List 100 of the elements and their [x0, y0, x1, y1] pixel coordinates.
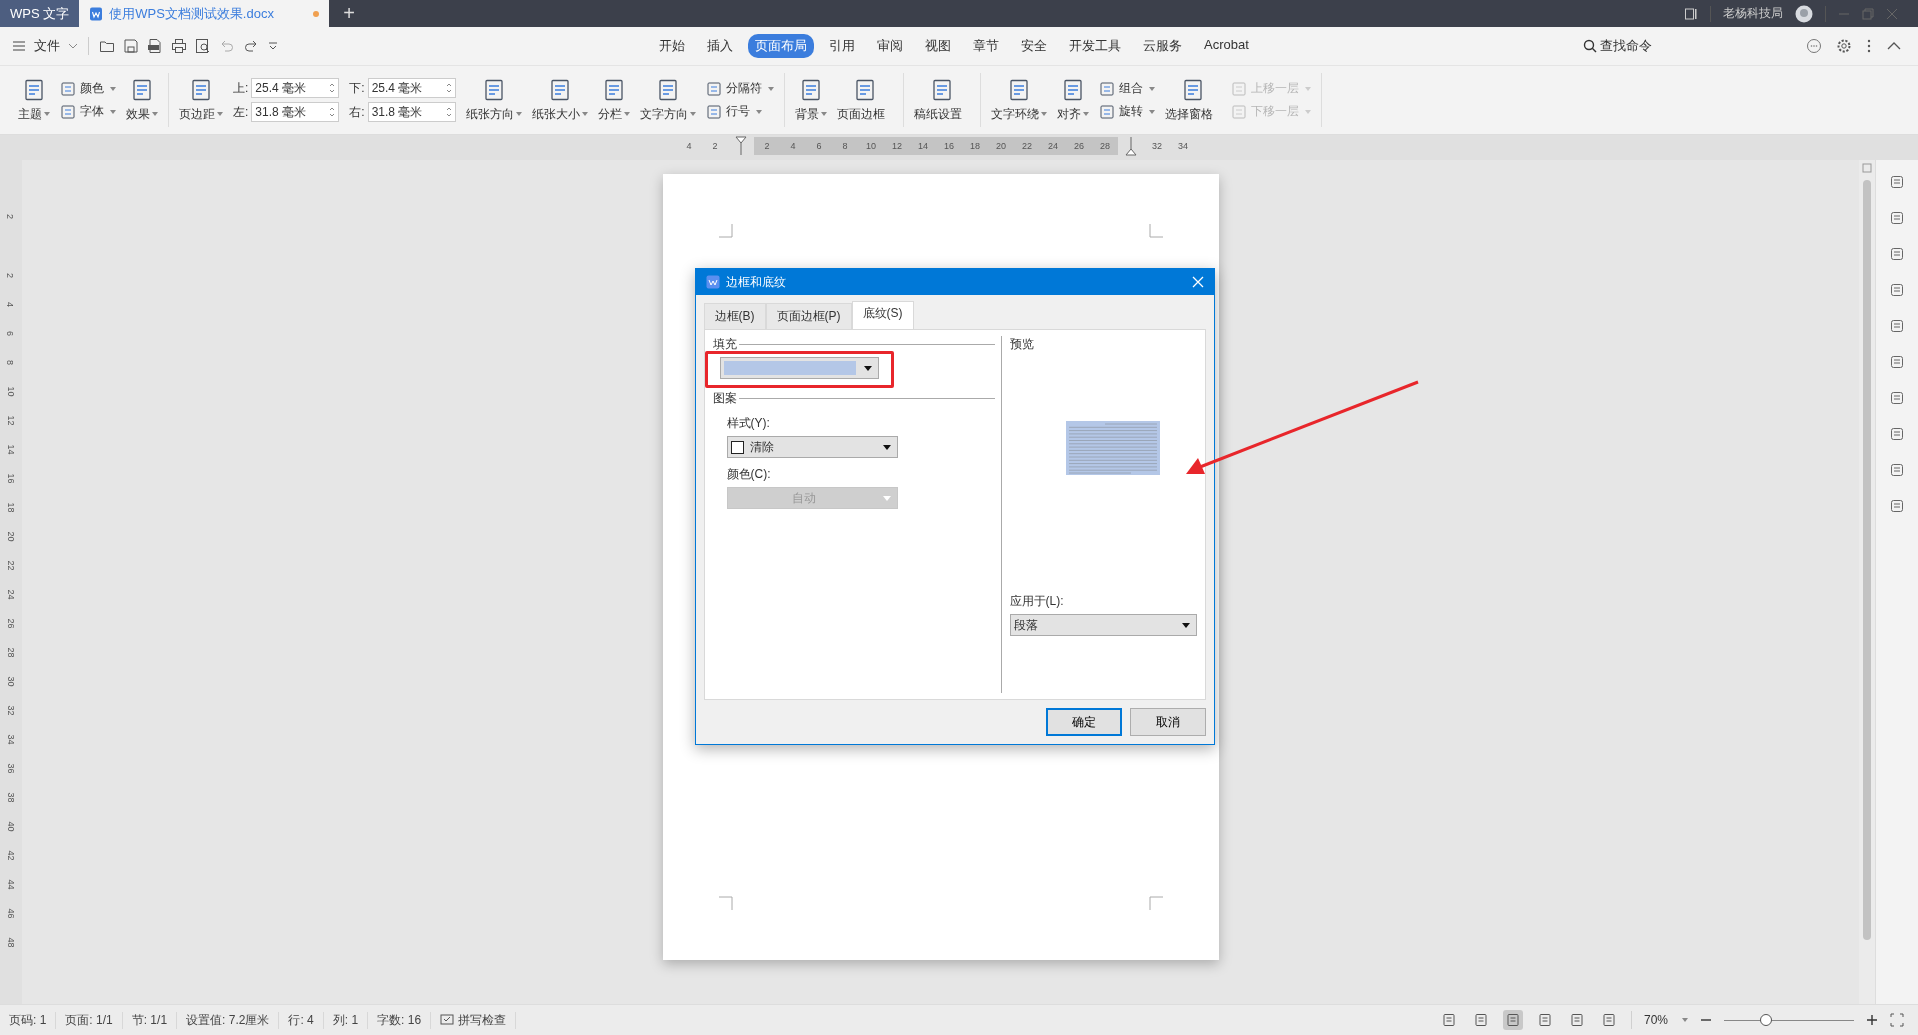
zoom-in-icon[interactable]: [1866, 1014, 1878, 1026]
save-icon[interactable]: [123, 38, 139, 54]
search-command[interactable]: 查找命令: [1600, 37, 1652, 55]
group-label: 填充: [712, 336, 737, 353]
ruler-number: 4: [789, 141, 797, 151]
style-dropdown[interactable]: 清除: [726, 436, 898, 458]
document-tab[interactable]: 使用WPS文档测试效果.docx: [79, 0, 330, 27]
ribbon-button[interactable]: 主题: [18, 105, 42, 123]
preview-icon[interactable]: [195, 38, 211, 54]
ruler-number: 30: [5, 676, 17, 687]
dialog-button[interactable]: 确定: [1045, 708, 1122, 736]
menu-tab[interactable]: 开发工具: [1062, 34, 1128, 58]
page-icon[interactable]: [22, 77, 46, 102]
status-text: 页码: 1: [0, 1011, 57, 1029]
redo-icon[interactable]: [243, 38, 259, 54]
menu-tab[interactable]: 引用: [822, 34, 862, 58]
menu-tab[interactable]: 安全: [1014, 34, 1054, 58]
ribbon-button[interactable]: 纸张方向: [465, 105, 514, 123]
file-menu[interactable]: 文件: [34, 37, 60, 55]
chat-icon[interactable]: [1806, 38, 1822, 54]
menu-icon[interactable]: [12, 40, 26, 52]
slider-thumb[interactable]: [1759, 1014, 1772, 1026]
ruler-number: 10: [865, 141, 877, 151]
page-icon[interactable]: [130, 77, 154, 102]
margin-label: 左:: [233, 103, 249, 121]
menu-tab[interactable]: 开始: [652, 34, 692, 58]
tablet-icon[interactable]: [1684, 6, 1698, 21]
dialog-tab[interactable]: 边框(B): [703, 303, 766, 329]
margin-field[interactable]: 25.4 毫米: [251, 78, 340, 98]
status-text: 设置值: 7.2厘米: [177, 1011, 280, 1029]
caret-icon[interactable]: [863, 365, 872, 371]
document-tab[interactable]: WPS 文字: [0, 0, 80, 27]
caret-icon[interactable]: [1181, 622, 1190, 628]
dialog-button[interactable]: 取消: [1129, 708, 1206, 736]
ruler-number: 22: [5, 560, 17, 571]
ribbon-button[interactable]: 颜色: [80, 80, 104, 97]
ruler-number: 36: [5, 763, 17, 774]
spinner-icon[interactable]: [445, 81, 452, 95]
ribbon-button[interactable]: 纸张大小: [531, 105, 580, 123]
zoom-slider[interactable]: [1724, 1013, 1854, 1027]
ruler-number: 2: [763, 141, 771, 151]
ruler-number: 24: [5, 589, 17, 600]
search-icon[interactable]: [1583, 39, 1597, 53]
ribbon-button[interactable]: 稿纸设置: [913, 105, 962, 123]
menu-tab[interactable]: 插入: [700, 34, 740, 58]
margin-field[interactable]: 31.8 毫米: [251, 102, 340, 122]
ribbon-button[interactable]: 文字方向: [639, 105, 688, 123]
spell-check-icon[interactable]: [440, 1014, 455, 1026]
avatar-icon[interactable]: [1795, 4, 1813, 23]
scrollbar-thumb[interactable]: [1863, 180, 1871, 940]
margin-label: 下:: [349, 79, 365, 97]
ribbon-button[interactable]: 对齐: [1056, 105, 1081, 123]
dialog-tab[interactable]: 页面边框(P): [765, 303, 852, 329]
settings-icon[interactable]: [1836, 38, 1852, 54]
new-tab-button[interactable]: +: [329, 0, 369, 27]
status-text: 列: 1: [323, 1011, 369, 1029]
ruler-number: 12: [5, 415, 17, 426]
ribbon-button[interactable]: 文字环绕: [990, 105, 1039, 123]
ruler-number: 34: [1177, 141, 1189, 151]
margin-field[interactable]: 31.8 毫米: [367, 102, 456, 122]
ribbon-button[interactable]: 选择窗格: [1164, 105, 1213, 123]
menu-tab[interactable]: 章节: [966, 34, 1006, 58]
ribbon-button[interactable]: 组合: [1118, 80, 1143, 97]
page-icon[interactable]: [189, 77, 213, 102]
menu-tab[interactable]: 云服务: [1136, 34, 1189, 58]
ribbon-button[interactable]: 分栏: [597, 105, 622, 123]
user-name[interactable]: 老杨科技局: [1723, 5, 1783, 22]
ribbon-button[interactable]: 页面边框: [836, 105, 885, 123]
printer-icon[interactable]: [171, 38, 187, 54]
margin-field[interactable]: 25.4 毫米: [367, 78, 456, 98]
ribbon-button[interactable]: 字体: [80, 103, 104, 120]
ribbon-button[interactable]: 背景: [794, 105, 819, 123]
page-icon: [1505, 1013, 1520, 1027]
ribbon-button[interactable]: 行号: [725, 103, 750, 120]
zoom-level[interactable]: 70%: [1643, 1013, 1668, 1027]
menu-tab[interactable]: 审阅: [870, 34, 910, 58]
folder-icon[interactable]: [99, 38, 115, 54]
ribbon-button[interactable]: 分隔符: [725, 80, 762, 97]
ruler-number: 26: [1073, 141, 1085, 151]
spell-check-button[interactable]: 拼写检查: [458, 1011, 507, 1029]
spinner-icon[interactable]: [329, 105, 336, 119]
view-button[interactable]: [1502, 1010, 1523, 1030]
ribbon-button[interactable]: 旋转: [1118, 103, 1143, 120]
apply-dropdown[interactable]: 段落: [1009, 614, 1197, 636]
menu-tab[interactable]: 页面布局: [748, 34, 814, 58]
dialog-tab[interactable]: 底纹(S): [851, 301, 914, 329]
more-icon[interactable]: [1866, 38, 1872, 54]
ruler-number: 8: [5, 360, 17, 365]
ribbon-button[interactable]: 页边距: [179, 105, 215, 123]
spinner-icon[interactable]: [445, 105, 452, 119]
dialog-title: 边框和底纹: [725, 273, 786, 291]
caret-icon[interactable]: [882, 444, 891, 450]
ruler-number: 6: [815, 141, 823, 151]
spinner-icon[interactable]: [329, 81, 336, 95]
ribbon-button[interactable]: 效果: [126, 105, 150, 123]
menu-tab[interactable]: 视图: [918, 34, 958, 58]
pdf-icon[interactable]: [147, 38, 163, 54]
menu-tab[interactable]: Acrobat: [1197, 34, 1256, 58]
ruler-number: 14: [5, 444, 17, 455]
margin-label: 上:: [233, 79, 249, 97]
